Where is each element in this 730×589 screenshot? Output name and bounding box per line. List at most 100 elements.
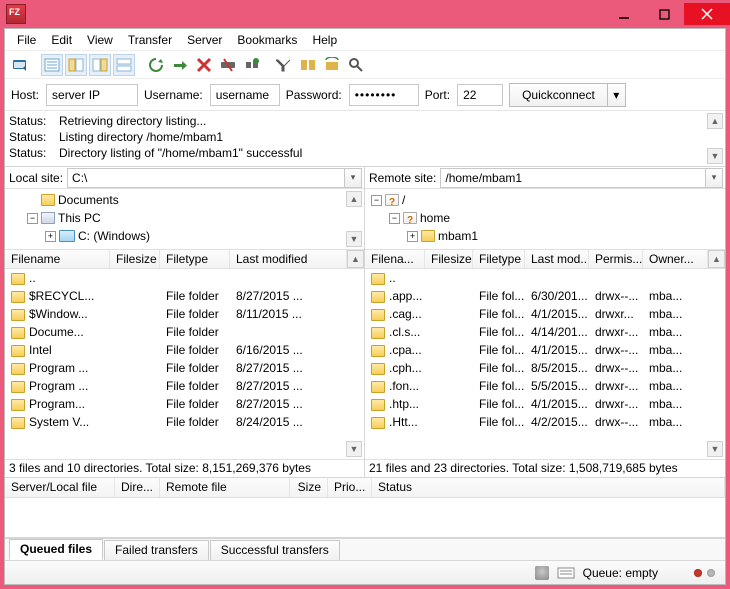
scroll-down-icon[interactable]: ▼	[707, 148, 723, 164]
col-modified[interactable]: Last modified	[230, 250, 347, 268]
queue-status: Queue: empty	[583, 566, 658, 580]
tab-queued-files[interactable]: Queued files	[9, 539, 103, 560]
find-icon[interactable]	[345, 54, 367, 76]
tree-node[interactable]: This PC	[58, 209, 101, 227]
chevron-down-icon[interactable]: ▾	[705, 169, 722, 187]
quickconnect-dropdown[interactable]: ▾	[608, 83, 626, 107]
menu-help[interactable]: Help	[306, 32, 343, 48]
scroll-up-icon[interactable]: ▲	[707, 113, 723, 129]
list-item[interactable]: .htp...File fol...4/1/2015...drwxr-...mb…	[365, 395, 725, 413]
queue-list[interactable]	[5, 498, 725, 537]
col-permissions[interactable]: Permis...	[589, 250, 643, 268]
cancel-icon[interactable]	[193, 54, 215, 76]
toggle-local-tree-icon[interactable]	[65, 54, 87, 76]
tree-node[interactable]: Documents	[58, 191, 119, 209]
filename: Program...	[29, 397, 85, 411]
list-item[interactable]: System V...File folder8/24/2015 ...	[5, 413, 364, 431]
list-item[interactable]: .cl.s...File fol...4/14/201...drwxr-...m…	[365, 323, 725, 341]
col-filetype[interactable]: Filetype	[160, 250, 230, 268]
toggle-queue-icon[interactable]	[113, 54, 135, 76]
scroll-down-icon[interactable]: ▼	[346, 231, 362, 247]
refresh-icon[interactable]	[145, 54, 167, 76]
scroll-up-icon[interactable]: ▲	[347, 250, 364, 268]
list-item[interactable]: ..	[365, 269, 725, 287]
list-item[interactable]: $Window...File folder8/11/2015 ...	[5, 305, 364, 323]
tree-node[interactable]: /	[402, 191, 405, 209]
remote-site-combo[interactable]: /home/mbam1▾	[440, 168, 723, 188]
list-item[interactable]: .app...File fol...6/30/201...drwx--...mb…	[365, 287, 725, 305]
scroll-up-icon[interactable]: ▲	[708, 250, 725, 268]
col-owner[interactable]: Owner...	[643, 250, 708, 268]
menu-server[interactable]: Server	[181, 32, 228, 48]
expand-icon[interactable]: +	[45, 231, 56, 242]
list-item[interactable]: .fon...File fol...5/5/2015...drwxr-...mb…	[365, 377, 725, 395]
menu-view[interactable]: View	[81, 32, 119, 48]
close-button[interactable]	[684, 3, 730, 25]
sitemanager-icon[interactable]	[9, 54, 31, 76]
local-site-combo[interactable]: C:\▾	[67, 168, 362, 188]
menu-file[interactable]: File	[11, 32, 42, 48]
menu-edit[interactable]: Edit	[45, 32, 78, 48]
tree-node[interactable]: mbam1	[438, 227, 478, 245]
maximize-button[interactable]	[644, 3, 684, 25]
toggle-log-icon[interactable]	[41, 54, 63, 76]
list-item[interactable]: .cpa...File fol...4/1/2015...drwx--...mb…	[365, 341, 725, 359]
tree-node[interactable]: C: (Windows)	[78, 227, 150, 245]
compare-icon[interactable]	[297, 54, 319, 76]
list-item[interactable]: Program ...File folder8/27/2015 ...	[5, 377, 364, 395]
remote-tree[interactable]: −/ −home +mbam1	[365, 189, 725, 249]
collapse-icon[interactable]: −	[389, 213, 400, 224]
col-modified[interactable]: Last mod...	[525, 250, 589, 268]
scroll-up-icon[interactable]: ▲	[346, 191, 362, 207]
menu-transfer[interactable]: Transfer	[122, 32, 178, 48]
local-file-list[interactable]: ..$RECYCL...File folder8/27/2015 ...$Win…	[5, 269, 364, 459]
filter-icon[interactable]	[273, 54, 295, 76]
remote-file-list[interactable]: ...app...File fol...6/30/201...drwx--...…	[365, 269, 725, 459]
disconnect-icon[interactable]	[217, 54, 239, 76]
chevron-down-icon[interactable]: ▾	[344, 169, 361, 187]
port-input[interactable]	[457, 84, 503, 106]
process-queue-icon[interactable]	[169, 54, 191, 76]
col-filesize[interactable]: Filesize	[425, 250, 473, 268]
scroll-down-icon[interactable]: ▼	[346, 441, 362, 457]
list-item[interactable]: $RECYCL...File folder8/27/2015 ...	[5, 287, 364, 305]
expand-icon[interactable]: +	[407, 231, 418, 242]
col-filename[interactable]: Filena...	[365, 250, 425, 268]
col-status[interactable]: Status	[372, 478, 725, 497]
col-filename[interactable]: Filename	[5, 250, 110, 268]
list-item[interactable]: Docume...File folder	[5, 323, 364, 341]
tab-failed-transfers[interactable]: Failed transfers	[104, 540, 209, 560]
queue-indicator-icon	[557, 566, 575, 580]
reconnect-icon[interactable]	[241, 54, 263, 76]
minimize-button[interactable]	[604, 3, 644, 25]
username-input[interactable]	[210, 84, 280, 106]
list-item[interactable]: ..	[5, 269, 364, 287]
list-item[interactable]: Program...File folder8/27/2015 ...	[5, 395, 364, 413]
col-direction[interactable]: Dire...	[115, 478, 160, 497]
quickconnect-button[interactable]: Quickconnect	[509, 83, 608, 107]
password-input[interactable]	[349, 84, 419, 106]
menu-bookmarks[interactable]: Bookmarks	[231, 32, 303, 48]
filename: .htp...	[389, 397, 419, 411]
col-filesize[interactable]: Filesize	[110, 250, 160, 268]
col-priority[interactable]: Prio...	[328, 478, 372, 497]
list-item[interactable]: .cph...File fol...8/5/2015...drwx--...mb…	[365, 359, 725, 377]
list-item[interactable]: IntelFile folder6/16/2015 ...	[5, 341, 364, 359]
collapse-icon[interactable]: −	[371, 195, 382, 206]
list-item[interactable]: .cag...File fol...4/1/2015...drwxr...mba…	[365, 305, 725, 323]
toggle-remote-tree-icon[interactable]	[89, 54, 111, 76]
local-tree[interactable]: ▲ ▼ Documents − This PC + C: (Windows)	[5, 189, 364, 249]
col-server[interactable]: Server/Local file	[5, 478, 115, 497]
col-filetype[interactable]: Filetype	[473, 250, 525, 268]
log-line: Listing directory /home/mbam1	[59, 129, 223, 145]
host-input[interactable]	[46, 84, 138, 106]
list-item[interactable]: Program ...File folder8/27/2015 ...	[5, 359, 364, 377]
scroll-down-icon[interactable]: ▼	[707, 441, 723, 457]
col-size[interactable]: Size	[290, 478, 328, 497]
list-item[interactable]: .Htt...File fol...4/2/2015...drwx--...mb…	[365, 413, 725, 431]
tab-successful-transfers[interactable]: Successful transfers	[210, 540, 340, 560]
col-remote-file[interactable]: Remote file	[160, 478, 290, 497]
tree-node[interactable]: home	[420, 209, 450, 227]
sync-browse-icon[interactable]	[321, 54, 343, 76]
collapse-icon[interactable]: −	[27, 213, 38, 224]
